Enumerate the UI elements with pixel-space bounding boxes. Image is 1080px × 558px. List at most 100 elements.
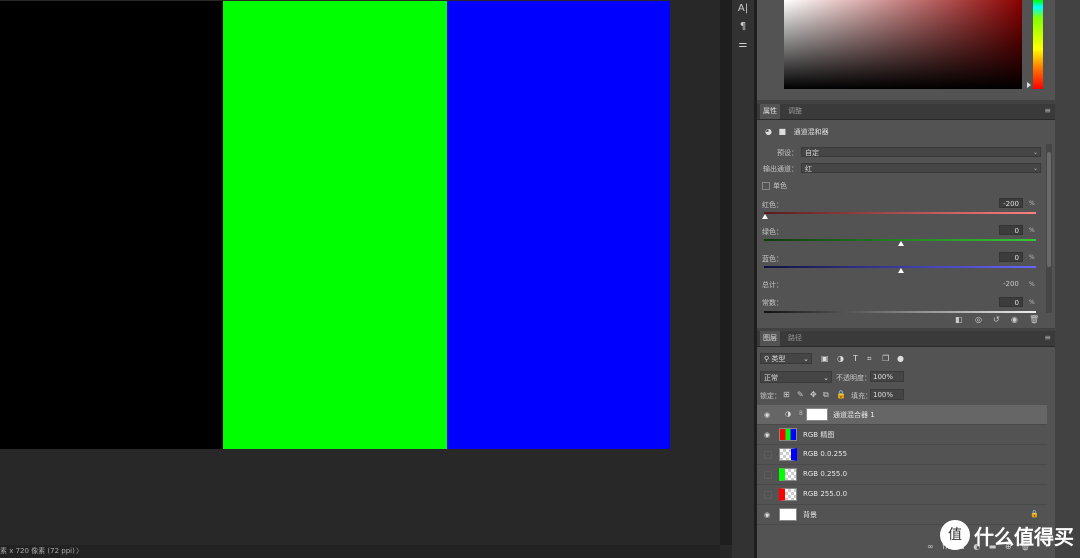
properties-footer: ◧ ◎ ↺ ◉ 🗑 [757,313,1055,327]
layer-row[interactable]: ◉ RGB 精图 [757,425,1047,445]
lock-artboard-icon[interactable]: ⧉ [823,390,829,400]
eye-icon[interactable]: ◉ [763,411,771,419]
link-layers-icon[interactable]: ∞ [927,542,934,551]
filter-toggle-icon[interactable]: ● [897,354,904,363]
tab-adjustments[interactable]: 调整 [785,106,805,116]
canvas-area[interactable] [0,0,720,545]
link-icon[interactable]: 8 [799,410,803,417]
opacity-input[interactable]: 100% [870,371,904,382]
checkbox-icon[interactable] [762,181,770,190]
green-slider-thumb[interactable] [898,241,904,246]
percent-sign: % [1029,281,1035,288]
adjustment-layer-icon: ◑ [785,410,792,418]
layer-name[interactable]: RGB 精图 [803,430,834,440]
filter-type-icon[interactable]: T [853,354,858,363]
eye-hidden-icon[interactable] [764,471,772,479]
mask-icon[interactable]: ■ [779,127,787,136]
layer-name[interactable]: RGB 255.0.0 [803,490,847,498]
green-stripe [223,1,447,449]
red-slider-thumb[interactable] [762,214,768,219]
constant-value[interactable]: 0 [999,297,1023,307]
black-stripe [0,1,224,449]
layer-row[interactable]: RGB 0.255.0 [757,465,1047,485]
panel-menu-icon[interactable]: ≡ [1044,333,1051,342]
red-channel-value[interactable]: -200 [999,198,1023,208]
color-field[interactable] [784,0,1022,89]
layer-name[interactable]: 通道混合器 1 [833,410,875,420]
character-icon[interactable]: A| [732,0,754,18]
filter-pixel-icon[interactable]: ▣ [821,354,829,363]
blue-channel-value[interactable]: 0 [999,252,1023,262]
hue-slider[interactable] [1033,0,1043,89]
canvas-scrollbar[interactable] [720,0,732,545]
blend-mode-select[interactable]: 正常 ⌄ [760,371,832,383]
output-channel-label: 输出通道： [763,165,798,173]
view-previous-icon[interactable]: ◎ [975,315,982,324]
properties-scrollbar[interactable] [1046,144,1052,314]
layer-thumbnail [779,448,797,461]
watermark-logo: 值 [940,520,970,550]
right-panels: 属性 调整 ≡ ◕ ■ 通道混和器 预设： 自定 ⌄ 输出通道： 红 ⌄ 单色 … [757,0,1080,558]
watermark: 值 什么值得买 [940,520,1074,550]
scrollbar-handle[interactable] [1047,152,1051,267]
layer-name[interactable]: 背景 [803,510,817,520]
fill-input[interactable]: 100% [870,389,904,400]
document-canvas[interactable] [0,1,670,449]
eye-icon[interactable]: ◉ [763,511,771,519]
layer-name[interactable]: RGB 0.0.255 [803,450,847,458]
eye-hidden-icon[interactable] [764,491,772,499]
color-panel [757,0,1055,100]
output-channel-select[interactable]: 红 ⌄ [801,163,1041,173]
eye-hidden-icon[interactable] [764,451,772,459]
lock-paint-icon[interactable]: ✎ [797,390,804,399]
layer-row[interactable]: RGB 0.0.255 [757,445,1047,465]
adjustment-title: 通道混和器 [793,128,829,136]
filter-adjust-icon[interactable]: ◑ [837,354,844,363]
total-label: 总计： [762,281,783,289]
layer-name[interactable]: RGB 0.255.0 [803,470,847,478]
monochrome-label: 单色 [773,182,787,190]
properties-tabs: 属性 调整 ≡ [757,104,1055,120]
chevron-down-icon: ⌄ [803,355,809,363]
tab-properties[interactable]: 属性 [760,104,780,119]
layer-row[interactable]: RGB 255.0.0 [757,485,1047,505]
adjust-icon[interactable]: ⚌ [732,36,754,54]
preset-label: 预设： [777,149,798,157]
filter-smart-icon[interactable]: ❐ [882,354,889,363]
adjustment-icon: ◕ [765,127,772,136]
monochrome-checkbox[interactable]: 单色 [762,181,787,191]
lock-label: 锁定： [760,392,781,400]
delete-icon[interactable]: 🗑 [1029,315,1039,324]
filter-shape-icon[interactable]: ⌗ [867,354,872,364]
layer-thumbnail [779,508,797,521]
layer-kind-filter[interactable]: ⚲ 类型 ⌄ [760,353,812,364]
percent-sign: % [1029,254,1035,261]
layer-row[interactable]: ◉ ◑ 8 通道混合器 1 [757,405,1047,425]
lock-move-icon[interactable]: ✥ [810,390,817,399]
percent-sign: % [1029,200,1035,207]
paragraph-icon[interactable]: ¶ [732,18,754,36]
eye-icon[interactable]: ◉ [763,431,771,439]
reset-icon[interactable]: ↺ [993,315,1000,324]
visibility-icon[interactable]: ◉ [1011,315,1018,324]
layer-thumbnail [779,488,797,501]
status-expand-icon[interactable]: 〉 [76,546,83,556]
clip-to-layer-icon[interactable]: ◧ [955,315,963,324]
green-channel-label: 绿色： [762,228,783,236]
tab-paths[interactable]: 路径 [785,333,805,343]
preset-select[interactable]: 自定 ⌄ [801,147,1041,157]
layer-thumbnail [779,468,797,481]
layer-mask-thumbnail[interactable] [806,408,828,421]
blue-slider-thumb[interactable] [898,268,904,273]
tab-layers[interactable]: 图层 [760,331,780,346]
red-channel-slider[interactable] [764,212,1036,214]
chevron-down-icon: ⌄ [1032,165,1038,172]
doc-info-text: 素 x 720 像素 (72 ppi) [0,547,75,555]
blend-mode-value: 正常 [764,374,778,382]
panel-menu-icon[interactable]: ≡ [1044,106,1051,115]
opacity-label: 不透明度： [836,374,871,382]
green-channel-value[interactable]: 0 [999,225,1023,235]
lock-all-icon[interactable]: 🔒 [836,390,846,399]
hue-arrow-icon[interactable] [1027,82,1031,88]
lock-pixels-icon[interactable]: ⊞ [783,390,790,399]
